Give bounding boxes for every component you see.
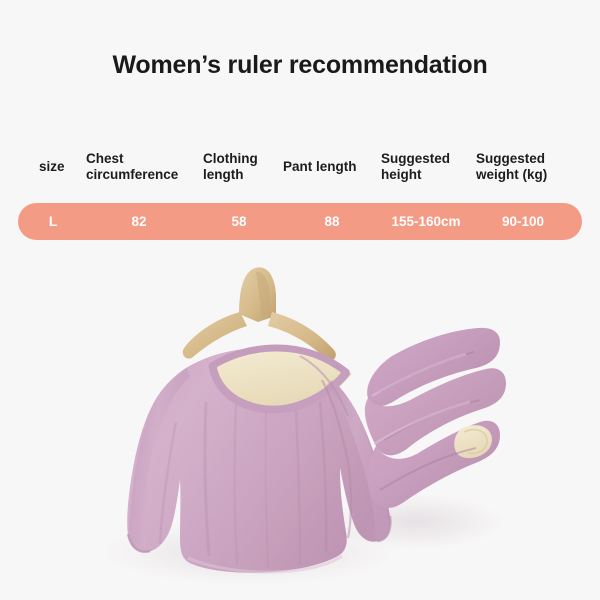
column-header-chest-line2: circumference — [86, 167, 179, 183]
column-header-chest-circumference: Chest circumference — [86, 151, 211, 183]
column-header-height-line1: Suggested — [381, 151, 451, 166]
page-title: Women’s ruler recommendation — [112, 51, 488, 79]
cell-height: 155-160cm — [391, 214, 461, 229]
cell-pant: 88 — [324, 214, 340, 229]
folded-pants — [364, 327, 506, 509]
cell-size: L — [48, 214, 58, 229]
column-header-pant-length: Pant length — [283, 159, 357, 174]
column-header-suggested-weight: Suggested weight (kg) — [476, 151, 581, 183]
product-size-chart-page: Women’s ruler recommendation size Chest … — [0, 0, 600, 600]
product-photo-svg — [100, 267, 506, 586]
table-row: L 82 58 88 155-160cm 90-100 — [18, 203, 582, 240]
column-header-chest-line1: Chest — [86, 151, 124, 166]
column-header-size: size — [39, 159, 65, 174]
cell-weight: 90-100 — [501, 214, 545, 229]
product-photo — [0, 252, 600, 600]
table-header-row: size Chest circumference Clothing length… — [18, 148, 582, 194]
column-header-clothing-line1: Clothing — [203, 151, 258, 166]
column-header-weight-line1: Suggested — [476, 151, 546, 166]
column-header-clothing-length: Clothing length — [203, 151, 283, 183]
cell-chest: 82 — [131, 214, 147, 229]
column-header-weight-line2: weight (kg) — [476, 167, 548, 183]
column-header-height-line2: height — [381, 167, 422, 183]
size-chart-table: size Chest circumference Clothing length… — [18, 148, 582, 240]
column-header-suggested-height: Suggested height — [381, 151, 471, 183]
cell-clothing: 58 — [231, 214, 247, 229]
column-header-clothing-line2: length — [203, 167, 244, 183]
